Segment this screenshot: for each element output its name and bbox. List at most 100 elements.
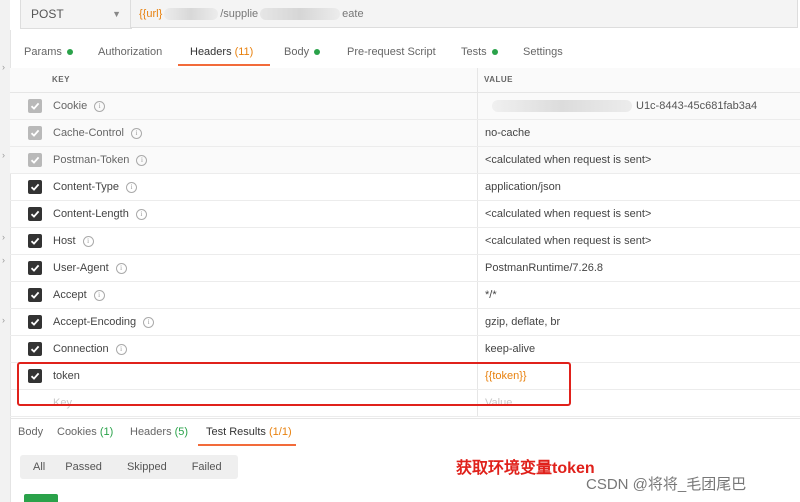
header-key[interactable]: Postman-Token i [53,154,148,166]
info-icon[interactable]: i [82,235,94,247]
tab-headers[interactable]: Headers (11) [190,46,253,58]
chevron-down-icon: ▼ [112,9,121,19]
watermark: CSDN @将将_毛团尾巴 [586,476,747,493]
table-row[interactable]: Accept-Encoding i gzip, deflate, br [10,309,800,336]
header-key[interactable]: Cache-Control i [53,127,142,139]
tab-label: Tests [461,46,487,58]
key-column-header: KEY [52,75,70,84]
header-value[interactable]: application/json [485,181,561,193]
header-key[interactable]: Accept i [53,289,105,301]
url-input[interactable]: {{url} /supplie eate [130,0,798,28]
header-key[interactable]: Connection i [53,343,127,355]
tab-settings[interactable]: Settings [523,46,563,58]
tab-response-headers[interactable]: Headers (5) [130,426,188,438]
tab-body[interactable]: Body [284,46,321,58]
table-row[interactable]: Cookie i U1c-8443-45c681fab3a4 [10,93,800,120]
header-value-text: */* [485,289,497,301]
info-icon[interactable]: i [115,343,127,355]
header-key[interactable]: User-Agent i [53,262,127,274]
status-dot-icon [314,49,321,55]
filter-skipped[interactable]: Skipped [127,461,167,473]
table-row[interactable]: Host i <calculated when request is sent> [10,228,800,255]
row-checkbox[interactable] [28,180,42,194]
row-checkbox[interactable] [28,315,42,329]
test-filter-bar: All Passed Skipped Failed [20,455,238,479]
table-row[interactable]: Connection i keep-alive [10,336,800,363]
column-divider [477,282,478,308]
table-row[interactable]: Postman-Token i <calculated when request i… [10,147,800,174]
rail-chevron-icon[interactable]: › [2,315,5,325]
tab-params[interactable]: Params [24,46,73,58]
rail-chevron-icon[interactable]: › [2,62,5,72]
rail-chevron-icon[interactable]: › [2,255,5,265]
row-checkbox[interactable] [28,288,42,302]
table-row[interactable]: Content-Length i <calculated when request … [10,201,800,228]
url-variable: {{url} [139,7,163,20]
header-key[interactable]: Accept-Encoding i [53,316,155,328]
header-key-text: Accept-Encoding [53,316,137,328]
filter-failed[interactable]: Failed [192,461,222,473]
header-value-text: no-cache [485,127,531,139]
row-checkbox[interactable] [28,261,42,275]
header-value[interactable]: <calculated when request is sent> [485,208,651,220]
info-icon[interactable]: i [136,154,148,166]
tab-label: Cookies [57,426,97,438]
table-row[interactable]: Accept i */* [10,282,800,309]
header-key[interactable]: Content-Length i [53,208,147,220]
header-value-text: <calculated when request is sent> [485,154,652,166]
header-value[interactable]: no-cache [485,127,530,139]
row-checkbox[interactable] [28,153,42,167]
header-value[interactable]: keep-alive [485,343,535,355]
info-icon[interactable]: i [126,181,138,193]
row-checkbox[interactable] [28,126,42,140]
row-checkbox[interactable] [28,234,42,248]
row-checkbox[interactable] [28,207,42,221]
tab-label: Headers [190,46,232,58]
filter-passed[interactable]: Passed [65,461,102,473]
url-path-end: eate [342,7,364,20]
table-row[interactable]: Cache-Control i no-cache [10,120,800,147]
header-key[interactable]: Host i [53,235,94,247]
info-icon[interactable]: i [135,208,147,220]
info-icon[interactable]: i [94,100,106,112]
url-path: /supplie [220,7,259,20]
tab-pre-request-script[interactable]: Pre-request Script [347,46,436,58]
table-row[interactable]: User-Agent i PostmanRuntime/7.26.8 [10,255,800,282]
tab-tests[interactable]: Tests [461,46,498,58]
tab-label: Test Results [206,426,266,438]
header-value[interactable]: U1c-8443-45c681fab3a4 [492,100,758,113]
tab-response-cookies[interactable]: Cookies (1) [57,426,113,438]
request-tabs: Params Authorization Headers (11) Body Pr… [10,30,800,69]
header-value[interactable]: <calculated when request is sent> [485,154,651,166]
info-icon[interactable]: i [93,289,105,301]
tab-count: (11) [234,46,254,58]
header-key[interactable]: Content-Type i [53,181,138,193]
annotation-text: 获取环境变量token [456,460,595,477]
rail-chevron-icon[interactable]: › [2,150,5,160]
tab-response-body[interactable]: Body [18,426,43,438]
info-icon[interactable]: i [130,127,142,139]
header-value[interactable]: PostmanRuntime/7.26.8 [485,262,603,274]
tab-label: Settings [523,46,563,58]
row-checkbox[interactable] [28,342,42,356]
method-select[interactable]: POST ▼ [20,0,132,29]
tab-count: (1) [99,426,114,438]
info-icon[interactable]: i [143,316,155,328]
table-header: KEY VALUE [10,68,800,93]
header-value[interactable]: gzip, deflate, br [485,316,560,328]
column-divider [477,147,478,173]
filter-all[interactable]: All [33,461,45,473]
rail-chevron-icon[interactable]: › [2,232,5,242]
table-row[interactable]: Content-Type i application/json [10,174,800,201]
tab-test-results[interactable]: Test Results (1/1) [206,426,292,438]
header-value-text: U1c-8443-45c681fab3a4 [636,100,758,112]
header-value[interactable]: */* [485,289,497,301]
header-key-text: Cookie [53,100,88,112]
header-key-text: Content-Length [53,208,129,220]
header-key[interactable]: Cookie i [53,100,106,112]
header-value[interactable]: <calculated when request is sent> [485,235,651,247]
info-icon[interactable]: i [115,262,127,274]
row-checkbox[interactable] [28,99,42,113]
tab-authorization[interactable]: Authorization [98,46,162,58]
header-key-text: Postman-Token [53,154,130,166]
